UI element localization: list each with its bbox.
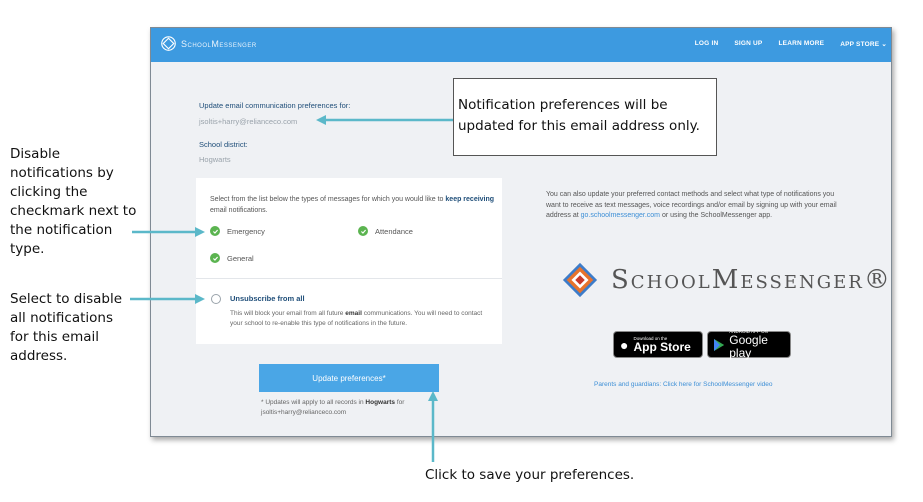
intro-text-end: email notifications. bbox=[210, 207, 268, 214]
annotation-disable-notifications: Disable notifications by clicking the ch… bbox=[10, 146, 137, 257]
google-play-big: Google play bbox=[729, 333, 768, 360]
option-attendance[interactable]: Attendance bbox=[358, 226, 413, 236]
google-play-badge[interactable]: ANDROID APP ON Google play bbox=[707, 329, 791, 360]
signup-info: You can also update your preferred conta… bbox=[546, 190, 846, 222]
nav-learn-more[interactable]: LEARN MORE bbox=[778, 40, 824, 48]
unsubscribe-title[interactable]: Unsubscribe from all bbox=[230, 294, 305, 303]
video-link[interactable]: Parents and guardians: Click here for Sc… bbox=[594, 381, 773, 388]
update-note: * Updates will apply to all records in H… bbox=[261, 398, 441, 418]
intro-bold: keep receiving bbox=[445, 196, 495, 203]
annotation-save: Click to save your preferences. bbox=[425, 467, 635, 483]
preferences-card: Select from the list below the types of … bbox=[196, 178, 502, 344]
email-label: Update email communication preferences f… bbox=[199, 101, 351, 110]
nav-app-store[interactable]: APP STORE ⌄ bbox=[840, 40, 887, 48]
apple-icon: ● bbox=[620, 336, 629, 353]
brand-name: SchoolMessenger bbox=[181, 38, 257, 49]
nav-log-in[interactable]: LOG IN bbox=[695, 40, 719, 48]
schoolmessenger-logo-icon bbox=[161, 36, 176, 51]
note-text: * Updates will apply to all records in bbox=[261, 399, 364, 406]
schoolmessenger-emblem-icon bbox=[562, 262, 598, 298]
annotation-unsubscribe: Select to disable all notifications for … bbox=[10, 291, 123, 364]
note-bold: Hogwarts bbox=[365, 399, 396, 406]
app-store-badge[interactable]: ● Download on the App Store bbox=[613, 331, 703, 358]
unsubscribe-description: This will block your email from all futu… bbox=[230, 309, 495, 329]
checkmark-icon[interactable] bbox=[358, 226, 368, 236]
option-emergency[interactable]: Emergency bbox=[210, 226, 265, 236]
option-label: Attendance bbox=[375, 226, 413, 236]
checkmark-icon[interactable] bbox=[210, 226, 220, 236]
schoolmessenger-wordmark: SchoolMessenger® bbox=[611, 265, 892, 295]
signup-link[interactable]: go.schoolmessenger.com bbox=[581, 212, 660, 219]
nav-app-store-label: APP STORE bbox=[840, 41, 880, 48]
option-general[interactable]: General bbox=[210, 253, 254, 263]
card-intro: Select from the list below the types of … bbox=[210, 194, 495, 216]
brand[interactable]: SchoolMessenger bbox=[161, 36, 257, 51]
district-label: School district: bbox=[199, 140, 248, 149]
divider bbox=[196, 278, 502, 279]
app-store-big: App Store bbox=[633, 339, 691, 354]
option-label: General bbox=[227, 253, 254, 263]
unsub-desc-text: This will block your email from all futu… bbox=[230, 310, 344, 317]
chevron-down-icon: ⌄ bbox=[881, 41, 887, 48]
callout-box: Notification preferences will be updated… bbox=[453, 78, 717, 156]
update-preferences-button[interactable]: Update preferences* bbox=[259, 364, 439, 392]
option-label: Emergency bbox=[227, 226, 265, 236]
nav-sign-up[interactable]: SIGN UP bbox=[734, 40, 762, 48]
schoolmessenger-logo: SchoolMessenger® bbox=[561, 261, 892, 299]
checkmark-icon[interactable] bbox=[210, 253, 220, 263]
unsubscribe-radio[interactable] bbox=[211, 294, 221, 304]
signup-text-end: or using the SchoolMessenger app. bbox=[661, 212, 773, 219]
top-nav: LOG IN SIGN UP LEARN MORE APP STORE ⌄ bbox=[695, 40, 887, 48]
email-value: jsoltis+harry@relianceco.com bbox=[199, 117, 298, 126]
play-triangle-icon bbox=[714, 338, 725, 351]
district-value: Hogwarts bbox=[199, 155, 231, 164]
intro-text: Select from the list below the types of … bbox=[210, 196, 444, 203]
unsub-desc-bold: email bbox=[345, 310, 362, 317]
top-bar: SchoolMessenger LOG IN SIGN UP LEARN MOR… bbox=[151, 28, 891, 62]
